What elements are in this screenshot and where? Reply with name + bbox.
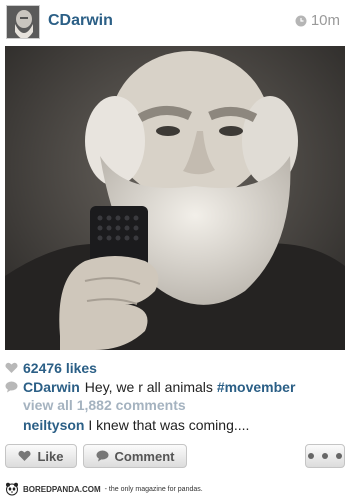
- footer-tagline: - the only magazine for pandas.: [104, 485, 203, 493]
- caption-row: CDarwin Hey, we r all animals #movember: [5, 378, 295, 396]
- caption-hashtag[interactable]: #movember: [217, 379, 296, 395]
- panda-logo-icon: [6, 482, 18, 496]
- timestamp-text: 10m: [310, 12, 340, 29]
- likes-row: 62476 likes: [5, 359, 97, 377]
- action-bar: Like Comment: [5, 444, 345, 468]
- caption-username[interactable]: CDarwin: [23, 379, 80, 395]
- like-button[interactable]: Like: [5, 444, 77, 468]
- more-dot-icon: [308, 453, 314, 459]
- post-header: CDarwin 10m: [0, 0, 350, 44]
- comment-username[interactable]: neiltyson: [23, 417, 84, 433]
- post-photo[interactable]: [5, 46, 345, 350]
- footer-watermark: BOREDPANDA.COM - the only magazine for p…: [0, 478, 350, 500]
- like-button-label: Like: [37, 448, 64, 464]
- footer-brand: BOREDPANDA.COM: [23, 484, 101, 494]
- comment-bubble-icon: [5, 381, 18, 393]
- comment-button-label: Comment: [114, 448, 175, 464]
- more-dot-icon: [322, 453, 328, 459]
- post-timestamp: 10m: [295, 12, 340, 29]
- heart-icon: [5, 362, 18, 373]
- likes-count[interactable]: 62476 likes: [23, 360, 97, 376]
- comment-bubble-icon: [96, 450, 109, 462]
- clock-icon: [295, 15, 307, 26]
- avatar[interactable]: [6, 5, 40, 39]
- caption-text: Hey, we r all animals #movember: [85, 379, 296, 395]
- comment-item: neiltyson I knew that was coming....: [23, 417, 249, 433]
- post-username[interactable]: CDarwin: [48, 12, 113, 30]
- more-dot-icon: [336, 453, 342, 459]
- caption-body: Hey, we r all animals: [84, 379, 213, 395]
- comment-text: I knew that was coming....: [88, 417, 250, 433]
- heart-icon: [18, 450, 32, 461]
- view-all-comments-link[interactable]: view all 1,882 comments: [23, 397, 186, 413]
- more-options-button[interactable]: [305, 444, 345, 468]
- comment-button[interactable]: Comment: [83, 444, 187, 468]
